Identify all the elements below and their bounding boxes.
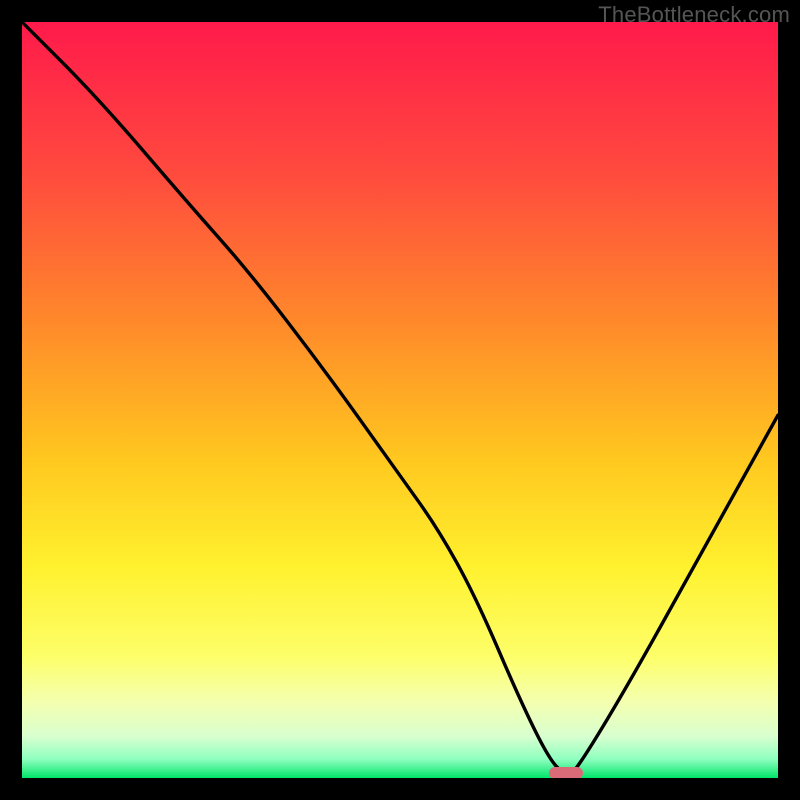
plot-area [22,22,778,778]
chart-frame: TheBottleneck.com [0,0,800,800]
bottleneck-curve [22,22,778,778]
watermark-text: TheBottleneck.com [598,2,790,28]
optimal-marker [549,767,583,778]
